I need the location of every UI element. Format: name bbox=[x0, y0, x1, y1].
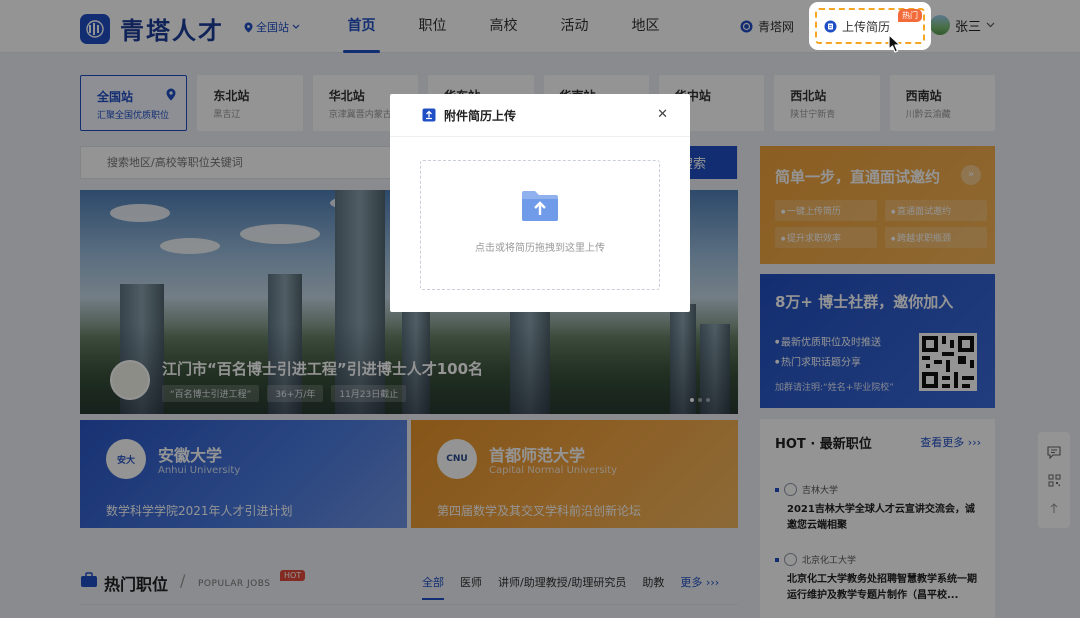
folder-upload-icon bbox=[522, 191, 558, 221]
close-icon[interactable]: ✕ bbox=[657, 107, 668, 122]
dialog-title: 附件简历上传 bbox=[444, 108, 517, 123]
upload-resume-button[interactable]: 上传简历 热门 bbox=[812, 5, 928, 47]
dropzone-hint: 点击或将简历拖拽到这里上传 bbox=[475, 243, 605, 254]
resume-dropzone[interactable]: 点击或将简历拖拽到这里上传 bbox=[420, 160, 660, 290]
resume-file-icon bbox=[824, 20, 837, 32]
upload-resume-dialog: 附件简历上传 ✕ 点击或将简历拖拽到这里上传 bbox=[390, 94, 690, 312]
mouse-cursor-icon bbox=[888, 34, 901, 53]
upload-icon bbox=[422, 108, 436, 122]
hot-badge: 热门 bbox=[898, 9, 922, 22]
upload-resume-label: 上传简历 bbox=[842, 19, 891, 34]
